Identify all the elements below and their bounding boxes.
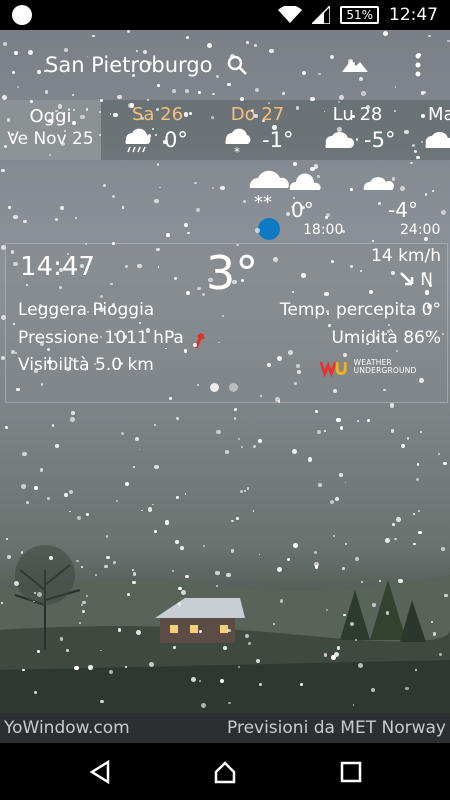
wind-speed: 14 km/h	[371, 246, 441, 266]
forecast-source-link[interactable]: Previsioni da MET Norway	[227, 718, 446, 738]
landscape-icon[interactable]	[342, 54, 368, 76]
wu-logo-text: WEATHER UNDERGROUND	[353, 358, 417, 375]
current-conditions-panel[interactable]: 14:47 3° 14 km/h N Leggera Pioggia Temp.…	[5, 243, 448, 403]
navigation-bar	[0, 743, 450, 800]
visibility: Visibilità 5.0 km	[18, 355, 154, 375]
hour-temp: -4°	[388, 198, 418, 222]
humidity: Umidità 86%	[331, 328, 441, 348]
wifi-icon	[278, 6, 303, 23]
signal-icon	[312, 6, 331, 24]
snow-cloud-icon: **	[249, 170, 321, 210]
snow-cloud-icon: *	[225, 128, 251, 156]
wind-direction-arrow-icon	[400, 272, 414, 286]
day-name: Oggi	[29, 106, 72, 127]
current-temperature: 3°	[206, 246, 259, 300]
toolbar: San Pietroburgo	[0, 30, 450, 100]
hourly-forecast: ** 0° 18:00 -4° 24:00	[0, 160, 450, 240]
search-icon[interactable]	[226, 54, 248, 76]
daily-forecast-strip: Oggi Ve Nov 25 Sa 26 0° Do 27 * -1° Lu 2…	[0, 100, 450, 160]
svg-text:*: *	[234, 145, 240, 156]
back-icon[interactable]	[88, 759, 114, 785]
forecast-day[interactable]: Lu 28 -5°	[310, 100, 405, 160]
rain-cloud-icon	[125, 128, 151, 153]
cloud-icon	[425, 132, 450, 148]
page-dot	[229, 383, 238, 392]
more-menu-icon[interactable]	[413, 52, 423, 78]
current-time: 14:47	[20, 252, 95, 282]
cloud-icon	[325, 131, 355, 148]
day-name: Sa 26	[131, 104, 184, 125]
notification-icon	[12, 5, 32, 25]
day-temp: -5°	[364, 128, 396, 152]
feels-like: Temp. percepita 0°	[279, 300, 441, 320]
footer-bar: YoWindow.com Previsioni da MET Norway	[0, 713, 450, 743]
clock: 12:47	[389, 5, 438, 25]
city-name[interactable]: San Pietroburgo	[45, 53, 212, 77]
status-bar: 51% 12:47	[0, 0, 450, 30]
day-date: Ve Nov 25	[7, 129, 94, 149]
wu-logo-icon	[320, 361, 347, 377]
day-name: Do 27	[230, 104, 285, 125]
svg-text:**: **	[254, 192, 272, 210]
hour-time: 18:00	[303, 222, 344, 238]
recents-icon[interactable]	[338, 759, 364, 785]
day-name: Lu 28	[332, 104, 383, 125]
pressure-trend-icon	[194, 332, 205, 349]
home-icon[interactable]	[212, 759, 238, 785]
day-temp: -1°	[262, 128, 294, 152]
day-name: Ma	[428, 104, 450, 125]
battery-indicator: 51%	[340, 6, 379, 24]
forecast-day[interactable]: Ma	[418, 100, 450, 160]
weather-underground-logo[interactable]: WEATHER UNDERGROUND	[320, 356, 438, 378]
weather-condition: Leggera Pioggia	[18, 300, 155, 320]
day-temp: 0°	[164, 128, 188, 152]
cloud-icon	[363, 177, 394, 190]
page-indicator	[210, 383, 238, 392]
forecast-day[interactable]: Do 27 * -1°	[210, 100, 305, 160]
hour-time: 24:00	[400, 222, 441, 238]
hour-temp: 0°	[291, 198, 314, 222]
yowindow-link[interactable]: YoWindow.com	[4, 718, 130, 738]
wind-direction: N	[420, 270, 433, 290]
forecast-day[interactable]: Sa 26 0°	[110, 100, 205, 160]
forecast-day-today[interactable]: Oggi Ve Nov 25	[0, 100, 101, 160]
page-dot-active	[210, 383, 219, 392]
time-slider-handle[interactable]	[258, 218, 280, 240]
pressure: Pressione 1011 hPa	[18, 328, 184, 348]
